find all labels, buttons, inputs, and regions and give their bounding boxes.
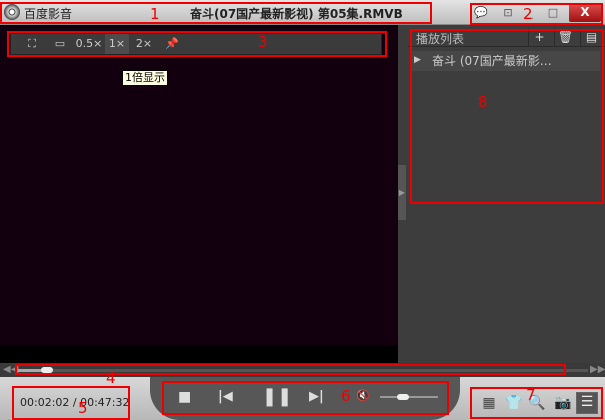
annotation-label-2: 2 (523, 5, 533, 23)
panel-toggle-handle[interactable]: ▶ (398, 165, 406, 220)
annotation-box-3 (7, 31, 387, 57)
annotation-label-7: 7 (526, 386, 536, 404)
tooltip: 1倍显示 (122, 70, 168, 86)
annotation-label-4: 4 (106, 369, 116, 387)
annotation-label-8: 8 (478, 93, 488, 111)
annotation-box-7 (470, 387, 603, 419)
forward-icon[interactable]: ▶▶ (590, 364, 605, 375)
annotation-box-5 (12, 386, 130, 420)
annotation-label-3: 3 (258, 33, 268, 51)
annotation-label-1: 1 (150, 5, 160, 23)
video-bottom (0, 345, 398, 363)
annotation-box-4 (15, 364, 566, 375)
annotation-box-2 (470, 3, 603, 25)
annotation-box-1 (0, 2, 432, 24)
video-area[interactable] (0, 25, 398, 345)
annotation-label-5: 5 (78, 399, 88, 417)
annotation-box-6 (162, 381, 449, 415)
annotation-label-6: 6 (341, 387, 351, 405)
annotation-box-8 (410, 29, 604, 204)
